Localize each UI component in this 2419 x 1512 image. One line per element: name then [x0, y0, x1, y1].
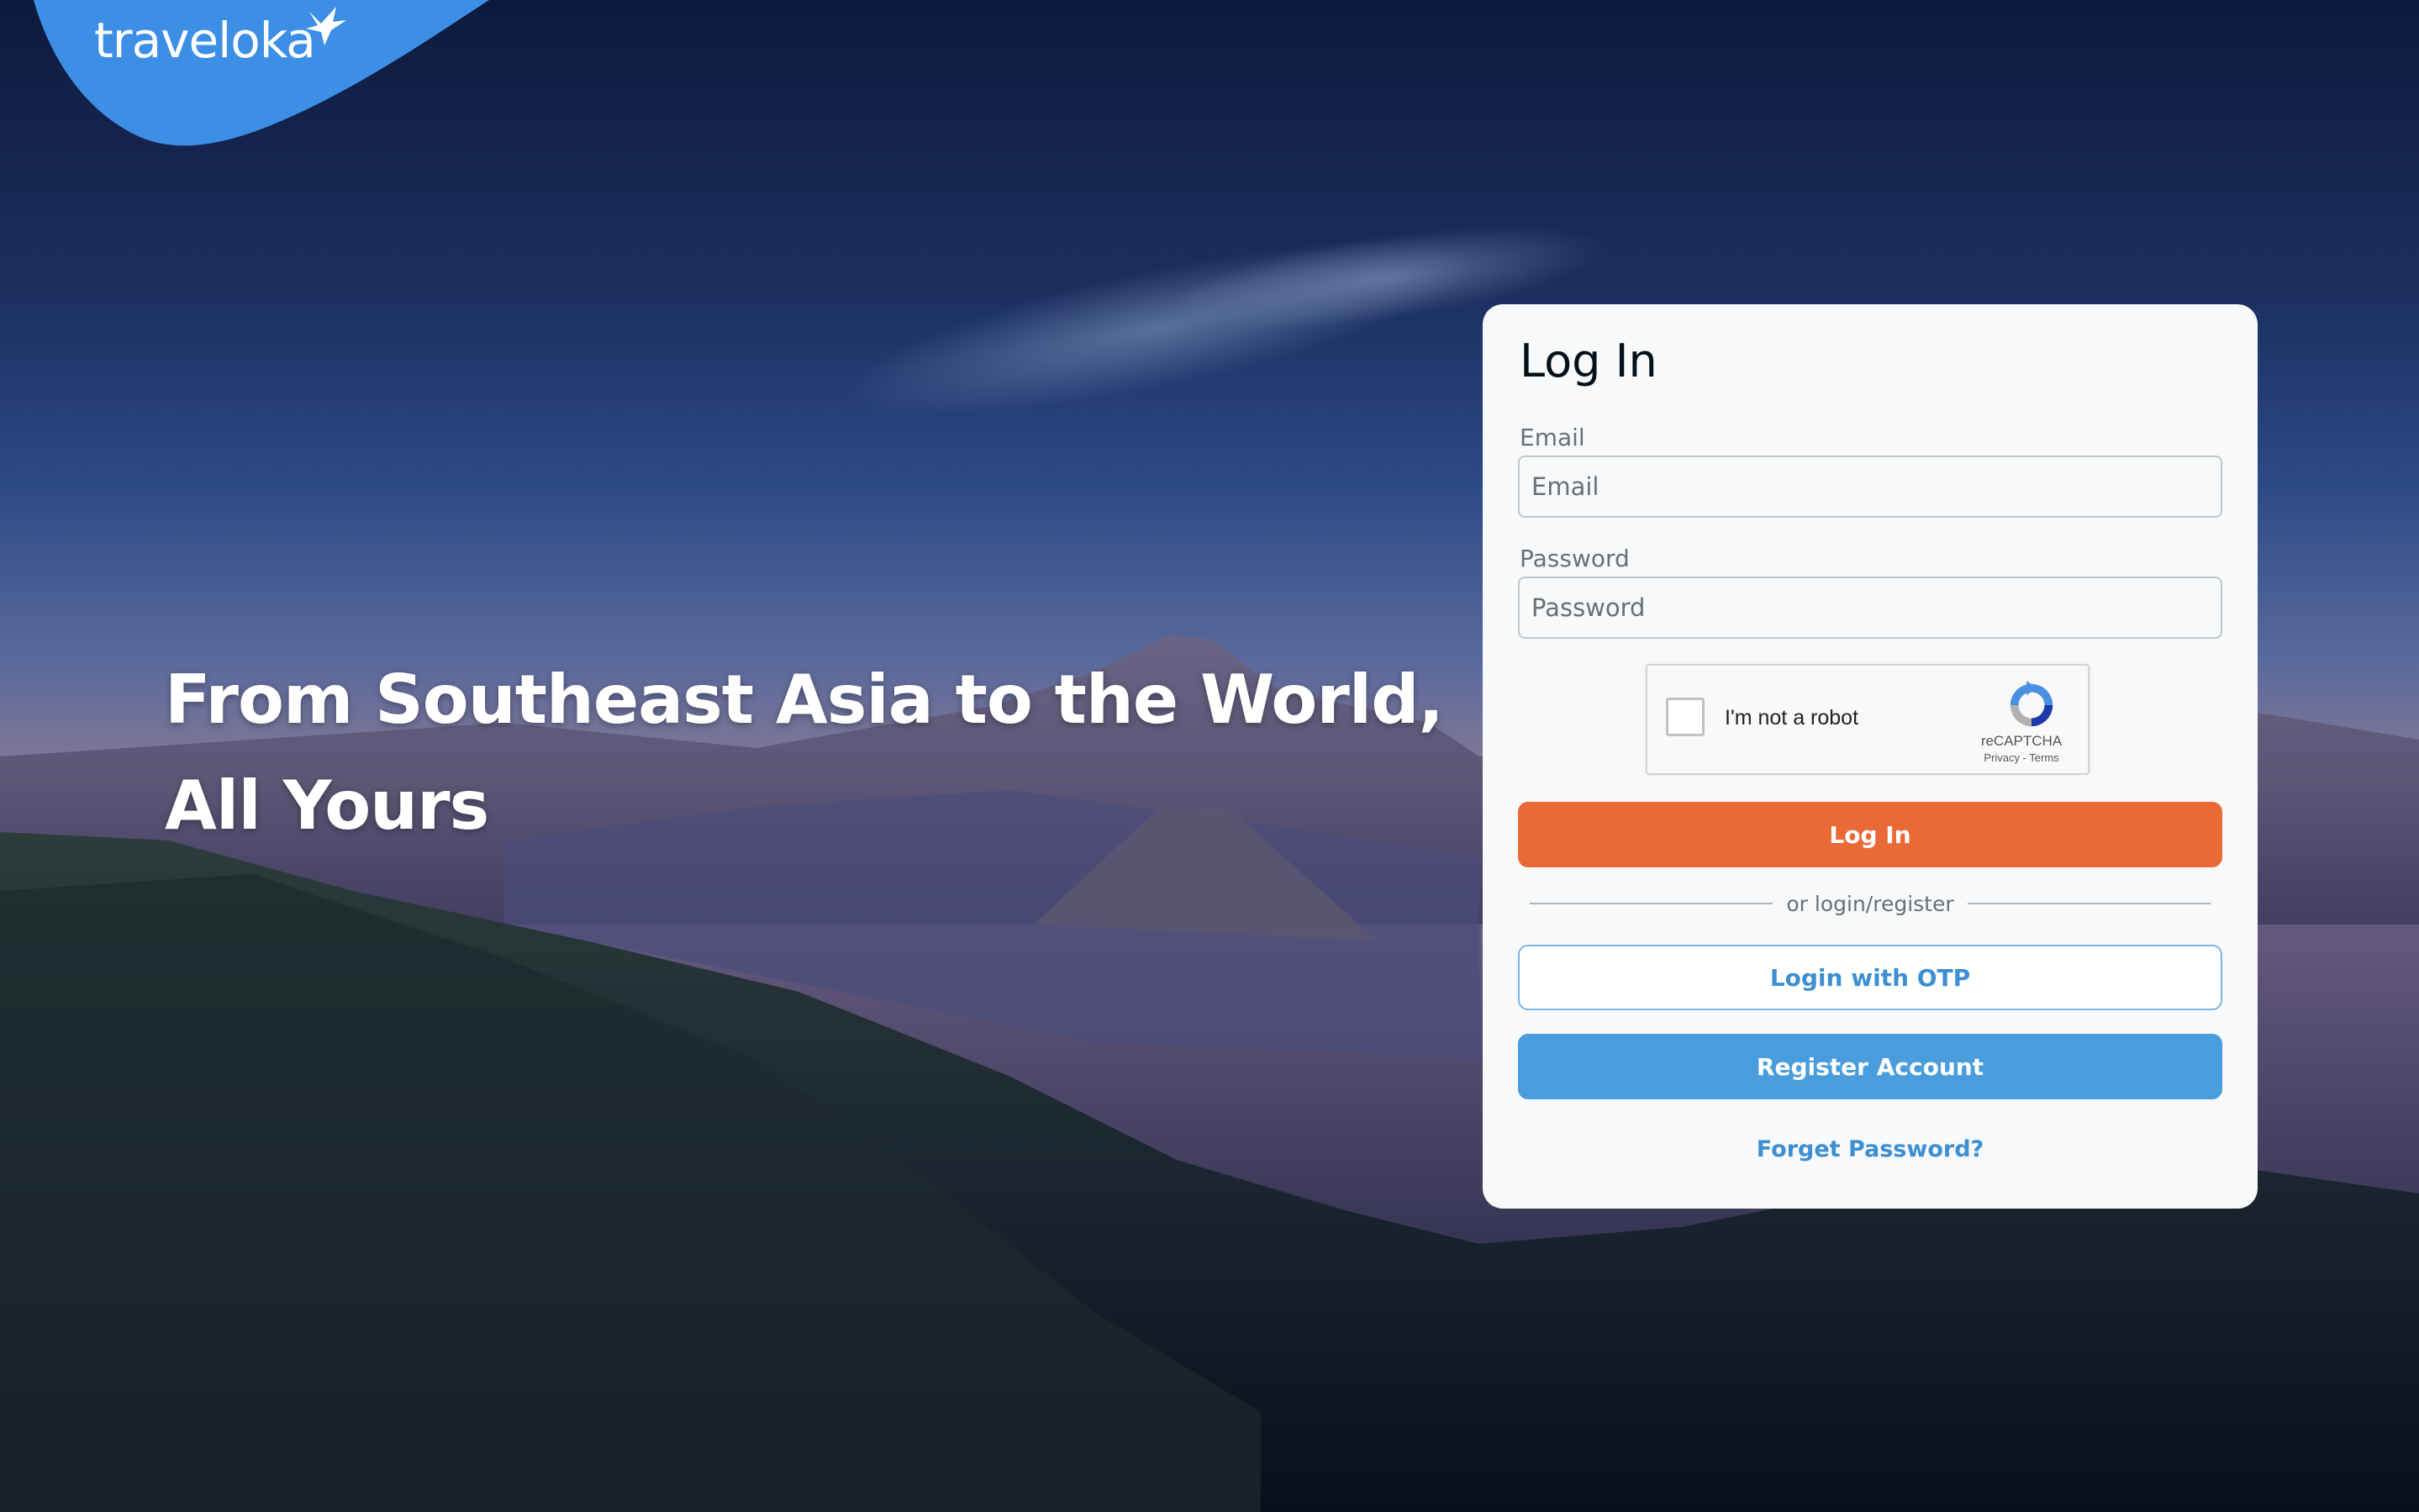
- email-label: Email: [1520, 424, 1585, 451]
- password-input[interactable]: [1518, 577, 2222, 639]
- login-card: Log In Email Password I'm not a robot re…: [1483, 304, 2258, 1209]
- hero-headline: From Southeast Asia to the World, All Yo…: [165, 661, 1444, 845]
- recaptcha-privacy-terms-links[interactable]: Privacy - Terms: [1960, 751, 2083, 764]
- password-label: Password: [1520, 545, 1630, 572]
- recaptcha-brand: reCAPTCHA: [1980, 733, 2063, 749]
- brand-logo[interactable]: traveloka: [94, 12, 316, 69]
- divider-text: or login/register: [1786, 891, 1954, 916]
- divider-line-right: [1967, 903, 2211, 904]
- recaptcha-widget: I'm not a robot reCAPTCHA Privacy - Term…: [1646, 664, 2090, 775]
- login-title: Log In: [1520, 335, 1657, 387]
- recaptcha-logo-icon: [2010, 680, 2053, 727]
- forget-password-link[interactable]: Forget Password?: [1518, 1136, 2222, 1162]
- login-button[interactable]: Log In: [1518, 802, 2222, 867]
- or-divider: or login/register: [1530, 889, 2211, 918]
- login-page: traveloka From Southeast Asia to the Wor…: [0, 0, 2419, 1512]
- recaptcha-checkbox[interactable]: [1666, 698, 1705, 736]
- divider-line-left: [1530, 903, 1773, 904]
- register-account-button[interactable]: Register Account: [1518, 1034, 2222, 1099]
- bird-logo-icon: [306, 7, 346, 45]
- login-with-otp-button[interactable]: Login with OTP: [1518, 945, 2222, 1010]
- recaptcha-label: I'm not a robot: [1725, 706, 1859, 730]
- email-input[interactable]: [1518, 456, 2222, 518]
